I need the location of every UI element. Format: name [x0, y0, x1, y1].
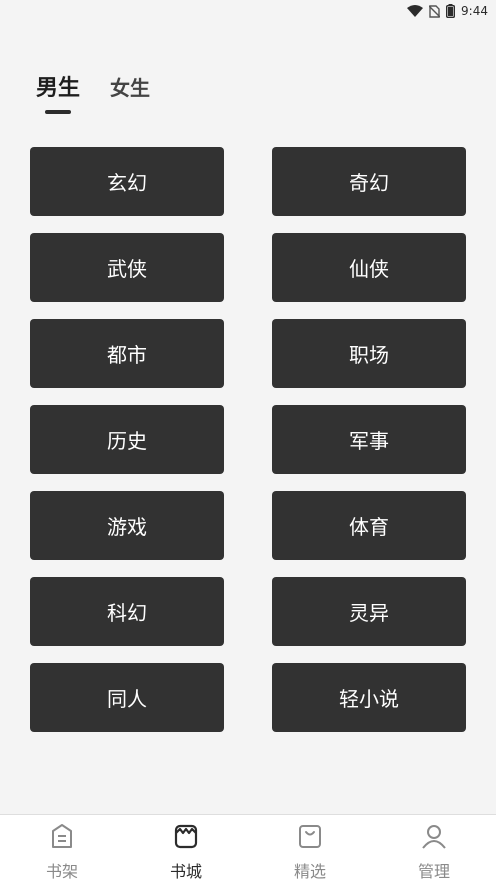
category-button[interactable]: 历史	[30, 405, 224, 474]
wifi-icon	[407, 5, 424, 17]
nav-label: 管理	[417, 862, 450, 881]
tab-female-label: 女生	[110, 76, 151, 100]
nav-label: 精选	[293, 862, 326, 881]
category-button[interactable]: 仙侠	[272, 233, 466, 302]
category-button[interactable]: 体育	[272, 491, 466, 560]
active-tab-indicator	[45, 110, 71, 114]
nav-label: 书城	[169, 862, 202, 881]
gender-tabs: 男生 女生	[36, 70, 150, 114]
nav-manage[interactable]: 管理	[372, 815, 496, 884]
bookshelf-icon	[48, 822, 76, 854]
battery-icon	[446, 4, 456, 18]
category-button[interactable]: 都市	[30, 319, 224, 388]
category-button[interactable]: 科幻	[30, 577, 224, 646]
status-bar: 9:44	[0, 0, 496, 22]
category-button[interactable]: 奇幻	[272, 147, 466, 216]
nav-label: 书架	[45, 862, 78, 881]
status-time: 9:44	[461, 4, 488, 18]
category-button[interactable]: 玄幻	[30, 147, 224, 216]
featured-bag-icon	[296, 822, 324, 854]
nav-bookstore[interactable]: 书城	[124, 815, 248, 884]
category-button[interactable]: 轻小说	[272, 663, 466, 732]
category-button[interactable]: 职场	[272, 319, 466, 388]
category-button[interactable]: 同人	[30, 663, 224, 732]
category-button[interactable]: 武侠	[30, 233, 224, 302]
user-icon	[420, 822, 448, 854]
category-button[interactable]: 灵异	[272, 577, 466, 646]
bottom-nav: 书架 书城 精选 管理	[0, 814, 496, 884]
nav-bookshelf[interactable]: 书架	[0, 815, 124, 884]
bookstore-icon	[172, 822, 200, 854]
no-sim-icon	[429, 4, 441, 18]
tab-male-label: 男生	[36, 76, 81, 101]
category-grid: 玄幻 奇幻 武侠 仙侠 都市 职场 历史 军事 游戏 体育 科幻 灵异 同人 轻…	[30, 147, 466, 732]
category-button[interactable]: 军事	[272, 405, 466, 474]
category-button[interactable]: 游戏	[30, 491, 224, 560]
nav-featured[interactable]: 精选	[248, 815, 372, 884]
tab-female[interactable]: 女生	[110, 72, 150, 102]
tab-male[interactable]: 男生	[36, 70, 81, 114]
